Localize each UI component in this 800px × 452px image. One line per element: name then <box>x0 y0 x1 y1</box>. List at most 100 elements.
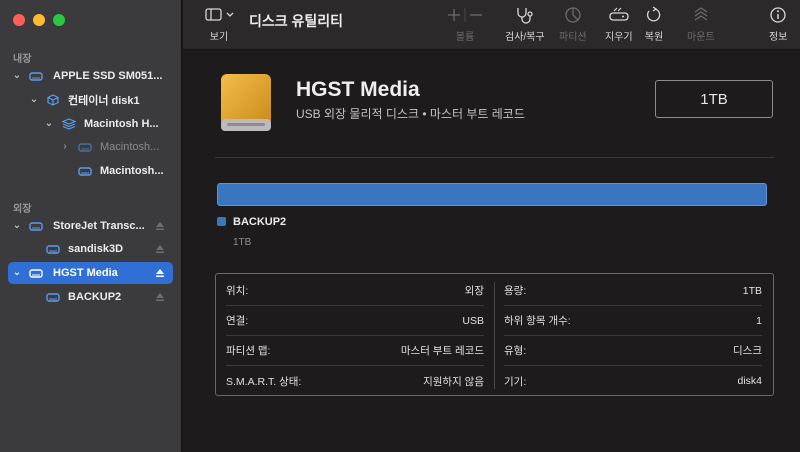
main-panel: HGST Media USB 외장 물리적 디스크 • 마스터 부트 레코드 1… <box>183 51 800 452</box>
window-controls <box>13 14 65 26</box>
sidebar-toggle-icon <box>205 8 234 21</box>
app-title: 디스크 유틸리티 <box>249 13 344 29</box>
first-aid-label: 검사/복구 <box>505 32 545 43</box>
info-value: 마스터 부트 레코드 <box>400 345 484 357</box>
info-row-capacity: 용량: 1TB <box>504 276 762 306</box>
info-row-location: 위치: 외장 <box>226 276 484 306</box>
info-row-device: 기기: disk4 <box>504 366 762 396</box>
sidebar-item-apple-ssd[interactable]: ⌄ APPLE SSD SM051... <box>8 65 173 87</box>
partition-size: 1TB <box>233 237 252 248</box>
external-drive-icon <box>29 72 43 81</box>
info-label: 정보 <box>769 32 788 43</box>
sidebar-item-sandisk3d[interactable]: sandisk3D <box>8 238 173 260</box>
external-drive-icon <box>29 269 43 278</box>
sidebar-item-label: Macintosh... <box>100 141 160 153</box>
restore-arrow-icon <box>646 6 661 22</box>
sidebar-item-label: Macintosh... <box>100 165 164 177</box>
sidebar-item-label: BACKUP2 <box>68 291 122 303</box>
restore-button[interactable]: 복원 <box>644 6 664 43</box>
divider <box>215 157 774 158</box>
column-divider <box>494 282 495 389</box>
volume-group-icon <box>62 118 76 130</box>
mount-label: 마운트 <box>687 32 715 43</box>
sidebar-item-hgst-media[interactable]: ⌄ HGST Media <box>8 262 173 284</box>
info-label: 위치: <box>226 285 249 297</box>
info-label: 파티션 맵: <box>226 345 271 357</box>
eject-icon[interactable] <box>155 244 165 254</box>
partition-name: BACKUP2 <box>233 216 287 228</box>
restore-label: 복원 <box>644 32 664 43</box>
info-value: USB <box>462 314 484 327</box>
erase-drive-icon <box>609 7 629 21</box>
sidebar-item-label: HGST Media <box>53 267 118 279</box>
info-row-connection: 연결: USB <box>226 306 484 336</box>
erase-button[interactable]: 지우기 <box>605 6 633 43</box>
sidebar-item-backup2[interactable]: BACKUP2 <box>8 286 173 308</box>
info-label: 용량: <box>504 285 527 297</box>
add-remove-volume-icon <box>448 8 482 22</box>
sidebar-item-label: 컨테이너 disk1 <box>68 95 140 107</box>
partition-button[interactable]: 파티션 <box>559 6 587 43</box>
section-internal-label: 내장 <box>13 54 32 65</box>
view-label: 보기 <box>209 32 229 43</box>
chevron-down-icon[interactable]: ⌄ <box>44 119 54 129</box>
chevron-down-icon[interactable]: ⌄ <box>12 268 22 278</box>
sidebar-item-label: sandisk3D <box>68 243 124 255</box>
info-value: 1TB <box>742 284 762 297</box>
info-button[interactable]: 정보 <box>769 6 787 43</box>
sidebar-item-label: StoreJet Transc... <box>53 220 145 232</box>
stethoscope-icon <box>517 8 533 24</box>
external-drive-icon <box>29 222 43 231</box>
pie-partition-icon <box>565 7 581 23</box>
sidebar-item-macintosh-snapshot[interactable]: › Macintosh... <box>8 136 173 158</box>
disk-size-box: 1TB <box>655 80 773 118</box>
info-value: 지원하지 않음 <box>423 375 484 388</box>
sidebar-item-storejet[interactable]: ⌄ StoreJet Transc... <box>8 215 173 237</box>
sidebar-item-label: Macintosh H... <box>84 118 159 130</box>
external-drive-icon <box>221 74 271 131</box>
minimize-button[interactable] <box>33 14 45 26</box>
volume-button[interactable]: 볼륨 <box>445 6 485 43</box>
partition-usage-bar <box>217 183 767 206</box>
info-label: 연결: <box>226 315 249 327</box>
volume-label: 볼륨 <box>455 32 475 43</box>
info-row-type: 유형: 디스크 <box>504 336 762 366</box>
chevron-down-icon[interactable]: ⌄ <box>12 221 22 231</box>
info-label: S.M.A.R.T. 상태: <box>226 375 302 388</box>
info-label: 하위 항목 개수: <box>504 315 571 327</box>
partition-color-swatch <box>217 217 226 226</box>
chevron-down-icon[interactable]: ⌄ <box>12 71 22 81</box>
sidebar-item-container-disk1[interactable]: ⌄ 컨테이너 disk1 <box>8 89 173 111</box>
sidebar-item-label: APPLE SSD SM051... <box>53 70 163 82</box>
info-value: disk4 <box>737 375 762 387</box>
drive-icon <box>78 167 92 176</box>
mount-button[interactable]: 마운트 <box>687 6 715 43</box>
drive-icon <box>78 143 92 152</box>
toolbar: 보기 디스크 유틸리티 볼륨 검사/복구 파티션 지우기 복원 마운트 정보 <box>183 0 800 50</box>
mount-icon <box>694 7 708 21</box>
sidebar-item-macintosh-data[interactable]: Macintosh... <box>8 160 173 182</box>
drive-icon <box>46 245 60 254</box>
sidebar-item-macintosh-hd[interactable]: ⌄ Macintosh H... <box>8 113 173 135</box>
disk-subtitle: USB 외장 물리적 디스크 • 마스터 부트 레코드 <box>296 107 525 121</box>
zoom-button[interactable] <box>53 14 65 26</box>
eject-icon[interactable] <box>155 268 165 278</box>
info-value: 디스크 <box>733 345 762 357</box>
eject-icon[interactable] <box>155 292 165 302</box>
section-external-label: 외장 <box>13 204 32 215</box>
info-row-child-count: 하위 항목 개수: 1 <box>504 306 762 336</box>
sidebar: 내장 ⌄ APPLE SSD SM051... ⌄ 컨테이너 disk1 ⌄ M… <box>0 0 182 452</box>
info-table: 위치: 외장 연결: USB 파티션 맵: 마스터 부트 레코드 S.M.A.R… <box>215 273 774 396</box>
chevron-down-icon[interactable]: ⌄ <box>29 95 39 105</box>
partition-label: 파티션 <box>559 32 587 43</box>
disk-name: HGST Media <box>296 78 420 101</box>
info-icon <box>770 7 786 23</box>
first-aid-button[interactable]: 검사/복구 <box>505 6 545 43</box>
eject-icon[interactable] <box>155 221 165 231</box>
close-button[interactable] <box>13 14 25 26</box>
chevron-right-icon[interactable]: › <box>60 142 70 152</box>
drive-icon <box>46 293 60 302</box>
info-row-partition-map: 파티션 맵: 마스터 부트 레코드 <box>226 336 484 366</box>
view-button[interactable]: 보기 <box>203 6 235 43</box>
info-label: 유형: <box>504 345 527 357</box>
